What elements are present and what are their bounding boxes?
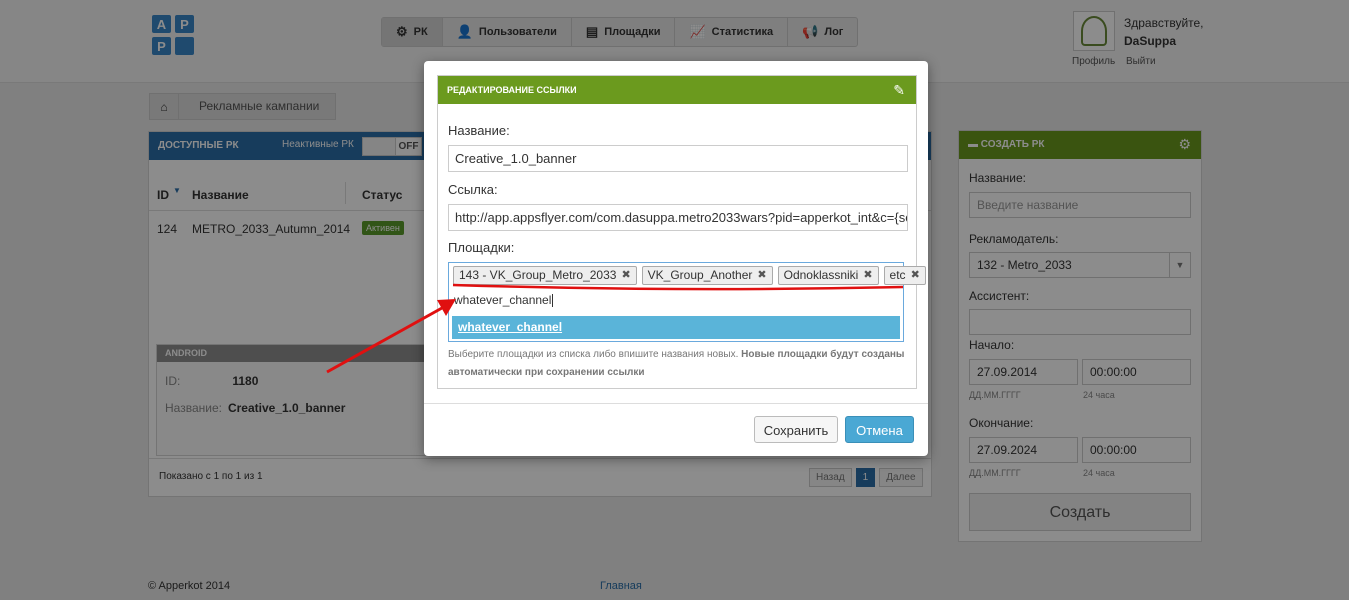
- pencil-icon: ✎: [893, 82, 905, 98]
- platforms-tag-input[interactable]: 143 - VK_Group_Metro_2033 ✖ VK_Group_Anot…: [448, 262, 926, 342]
- edit-link-form: РЕДАКТИРОВАНИЕ ССЫЛКИ ✎ Название: Creati…: [437, 75, 926, 389]
- close-icon[interactable]: ✖: [863, 267, 872, 284]
- hint-text: Выберите площадки из списка либо впишите…: [448, 349, 739, 360]
- tag-label: etc: [889, 268, 906, 282]
- modal-footer-divider: [424, 403, 928, 404]
- platforms-label: Площадки:: [448, 240, 515, 255]
- platform-tag[interactable]: Odnoklassniki ✖: [777, 266, 879, 285]
- edit-link-modal: РЕДАКТИРОВАНИЕ ССЫЛКИ ✎ Название: Creati…: [424, 61, 928, 456]
- tag-label: VK_Group_Another: [647, 268, 753, 282]
- platforms-hint: Выберите площадки из списка либо впишите…: [448, 346, 908, 382]
- save-button[interactable]: Сохранить: [754, 416, 838, 443]
- close-icon[interactable]: ✖: [621, 267, 630, 284]
- autocomplete-option[interactable]: whatever_channel: [452, 316, 900, 339]
- text-caret: [552, 294, 554, 308]
- typed-text: whatever_channel: [454, 293, 552, 307]
- link-url-label: Ссылка:: [448, 182, 498, 197]
- platform-tags: 143 - VK_Group_Metro_2033 ✖ VK_Group_Anot…: [453, 266, 926, 285]
- tag-typing-input[interactable]: whatever_channel: [454, 293, 554, 308]
- cancel-button[interactable]: Отмена: [845, 416, 914, 443]
- modal-header: РЕДАКТИРОВАНИЕ ССЫЛКИ ✎: [438, 76, 916, 104]
- platform-tag[interactable]: VK_Group_Another ✖: [641, 266, 773, 285]
- platform-tag[interactable]: etc ✖: [883, 266, 926, 285]
- modal-title: РЕДАКТИРОВАНИЕ ССЫЛКИ: [447, 85, 577, 95]
- link-url-input[interactable]: http://app.appsflyer.com/com.dasuppa.met…: [448, 204, 908, 231]
- close-icon[interactable]: ✖: [911, 267, 920, 284]
- link-name-label: Название:: [448, 123, 510, 138]
- platform-tag[interactable]: 143 - VK_Group_Metro_2033 ✖: [453, 266, 637, 285]
- close-icon[interactable]: ✖: [757, 267, 766, 284]
- tag-label: 143 - VK_Group_Metro_2033: [459, 268, 617, 282]
- link-name-input[interactable]: Creative_1.0_banner: [448, 145, 908, 172]
- tag-label: Odnoklassniki: [783, 268, 859, 282]
